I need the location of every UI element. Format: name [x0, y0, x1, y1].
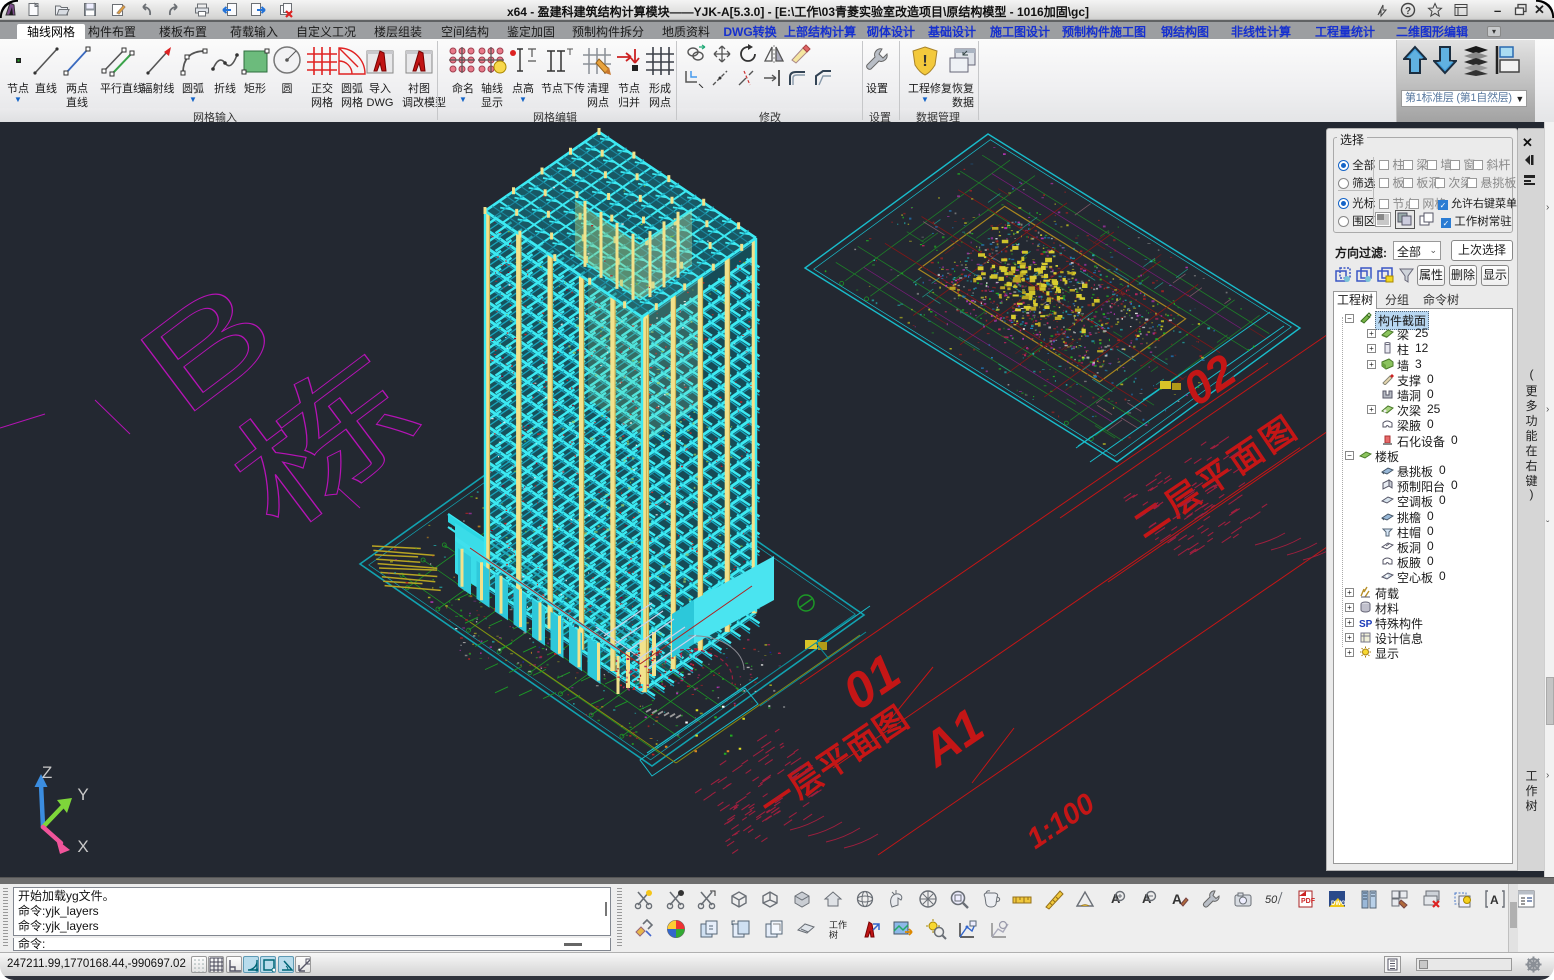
svg-text:A: A — [1172, 891, 1182, 907]
svg-text:A1: A1 — [912, 699, 993, 778]
svg-text:Z: Z — [42, 763, 52, 782]
svg-text:二层平面图: 二层平面图 — [1127, 408, 1306, 546]
svg-text:X: X — [77, 837, 88, 856]
svg-text:02: 02 — [1173, 344, 1245, 416]
svg-text:一层平面图: 一层平面图 — [754, 699, 916, 825]
svg-text:50: 50 — [1265, 894, 1278, 906]
svg-text:工作: 工作 — [829, 919, 847, 930]
svg-text:1:100: 1:100 — [1021, 788, 1100, 856]
svg-text:树: 树 — [829, 929, 838, 940]
svg-text:Y: Y — [77, 785, 88, 804]
svg-text:?: ? — [1405, 6, 1411, 17]
svg-text:A: A — [1490, 893, 1499, 907]
svg-text:!: ! — [922, 53, 927, 70]
svg-text:DWG: DWG — [1331, 901, 1346, 907]
svg-text:PDF: PDF — [1301, 898, 1316, 905]
